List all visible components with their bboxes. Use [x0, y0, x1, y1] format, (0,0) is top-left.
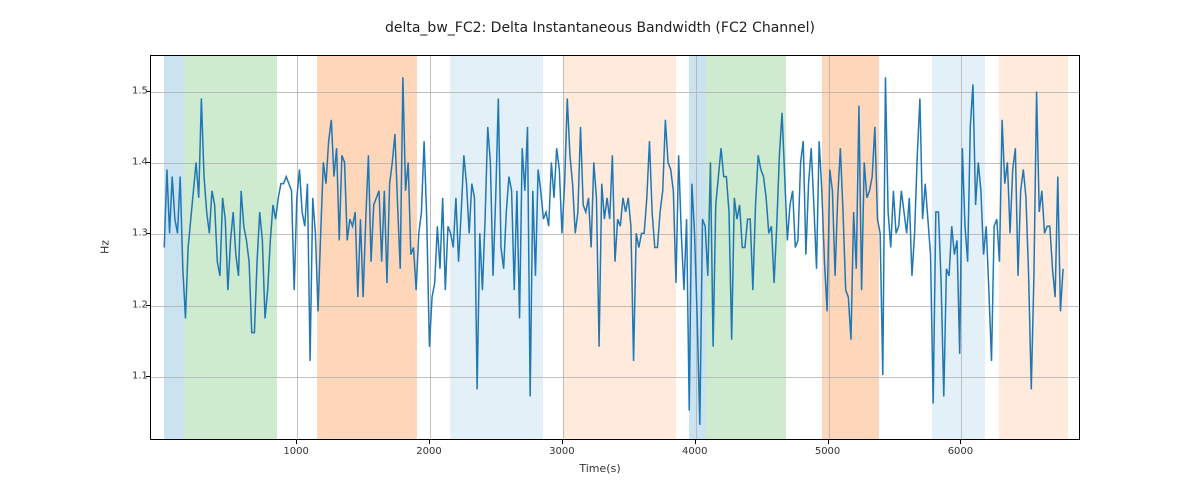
- chart-axes: [150, 55, 1080, 440]
- tick-label-y: 1.2: [132, 299, 146, 310]
- line-layer: [151, 56, 1079, 439]
- chart-figure: delta_bw_FC2: Delta Instantaneous Bandwi…: [0, 0, 1200, 500]
- tick-label-x: 3000: [549, 446, 574, 457]
- chart-title: delta_bw_FC2: Delta Instantaneous Bandwi…: [0, 20, 1200, 36]
- tick-label-x: 6000: [948, 446, 973, 457]
- tick-label-x: 1000: [283, 446, 308, 457]
- tick-label-y: 1.1: [132, 370, 146, 381]
- x-axis-label: Time(s): [0, 462, 1200, 475]
- tick-label-x: 5000: [815, 446, 840, 457]
- tick-mark-x: [828, 440, 829, 444]
- tick-label-y: 1.3: [132, 228, 146, 239]
- tick-mark-x: [429, 440, 430, 444]
- tick-mark-x: [960, 440, 961, 444]
- tick-mark-x: [296, 440, 297, 444]
- tick-label-x: 4000: [682, 446, 707, 457]
- tick-mark-x: [695, 440, 696, 444]
- tick-mark-x: [562, 440, 563, 444]
- tick-label-y: 1.5: [132, 85, 146, 96]
- tick-label-x: 2000: [416, 446, 441, 457]
- tick-label-y: 1.4: [132, 156, 146, 167]
- series-line: [164, 77, 1063, 425]
- y-axis-label: Hz: [99, 240, 112, 254]
